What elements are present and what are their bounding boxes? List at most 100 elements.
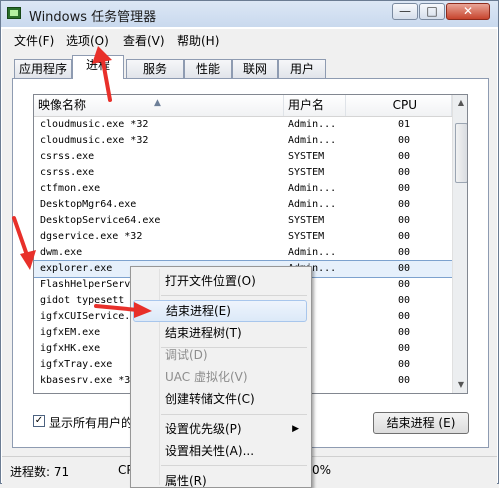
annotation-arrow <box>12 216 36 270</box>
maximize-button[interactable]: □ <box>419 3 445 20</box>
cell-user-name: SYSTEM <box>288 151 325 162</box>
ctx-open-file-location-label: 打开文件位置(O) <box>165 274 256 288</box>
cell-user-name: Admin... <box>288 135 337 146</box>
cell-image-name: dgservice.exe *32 <box>40 231 143 242</box>
ctx-debug-label: 调试(D) <box>165 348 208 362</box>
ctx-create-dump-file-label: 创建转储文件(C) <box>165 392 255 406</box>
scroll-up-icon[interactable]: ▲ <box>453 95 467 111</box>
annotation-arrow-head <box>92 46 112 64</box>
scroll-thumb[interactable] <box>455 123 467 183</box>
cell-cpu: 00 <box>398 279 411 290</box>
ctx-separator <box>161 414 307 415</box>
cell-cpu: 00 <box>398 263 411 274</box>
ctx-uac-virtualization-label: UAC 虚拟化(V) <box>165 370 248 384</box>
table-row[interactable]: DesktopService64.exe SYSTEM 00 <box>34 213 452 229</box>
table-row[interactable]: ctfmon.exe Admin... 00 <box>34 181 452 197</box>
ctx-debug: 调试(D) <box>133 344 307 366</box>
annotation-arrow <box>94 302 152 318</box>
status-process-count: 进程数: 71 <box>10 465 70 479</box>
cell-cpu: 00 <box>398 375 411 386</box>
cell-cpu: 00 <box>398 215 411 226</box>
table-row[interactable]: csrss.exe SYSTEM 00 <box>34 165 452 181</box>
ctx-separator <box>161 295 307 296</box>
close-button[interactable]: ✕ <box>446 3 490 20</box>
cell-image-name: csrss.exe <box>40 151 95 162</box>
cell-image-name: csrss.exe <box>40 167 95 178</box>
cell-cpu: 00 <box>398 183 411 194</box>
vertical-scrollbar[interactable]: ▲ ▼ <box>452 95 467 393</box>
table-row[interactable]: csrss.exe SYSTEM 00 <box>34 149 452 165</box>
cell-image-name: DesktopMgr64.exe <box>40 199 137 210</box>
cell-user-name: Admin... <box>288 183 337 194</box>
ctx-set-affinity-label: 设置相关性(A)... <box>165 444 255 458</box>
cell-image-name: ctfmon.exe <box>40 183 101 194</box>
menu-view[interactable]: 查看(V) <box>123 32 165 49</box>
cell-cpu: 01 <box>398 119 411 130</box>
tab-networking[interactable]: 联网 <box>232 59 278 78</box>
annotation-arrow-shaft <box>12 216 30 260</box>
ctx-properties-label: 属性(R) <box>165 474 207 488</box>
cell-image-name: DesktopService64.exe <box>40 215 161 226</box>
menu-help[interactable]: 帮助(H) <box>177 32 219 49</box>
ctx-end-process-tree[interactable]: 结束进程树(T) <box>133 322 307 344</box>
tab-performance[interactable]: 性能 <box>184 59 232 78</box>
annotation-arrow <box>92 46 112 102</box>
annotation-arrow-shaft <box>94 304 140 312</box>
ctx-end-process-tree-label: 结束进程树(T) <box>165 326 242 340</box>
cell-cpu: 00 <box>398 343 411 354</box>
annotation-arrow-head <box>20 250 36 270</box>
show-all-users-label: 显示所有用户的 <box>49 416 134 430</box>
tab-services[interactable]: 服务 <box>126 59 184 78</box>
table-row[interactable]: dwm.exe Admin... 00 <box>34 245 452 261</box>
annotation-arrow-head <box>134 302 152 318</box>
column-image-name[interactable]: 映像名称 ▲ <box>34 95 284 116</box>
submenu-arrow-icon: ▶ <box>292 424 299 434</box>
cell-cpu: 00 <box>398 327 411 338</box>
cell-cpu: 00 <box>398 311 411 322</box>
minimize-button[interactable]: — <box>392 3 418 20</box>
column-user-name[interactable]: 用户名 <box>284 95 346 116</box>
ctx-set-priority[interactable]: 设置优先级(P) ▶ <box>133 418 307 440</box>
cell-user-name: SYSTEM <box>288 167 325 178</box>
cell-user-name: Admin... <box>288 199 337 210</box>
scroll-down-icon[interactable]: ▼ <box>453 377 467 393</box>
menu-file[interactable]: 文件(F) <box>14 32 54 49</box>
taskmgr-icon <box>7 7 21 19</box>
tab-applications[interactable]: 应用程序 <box>14 59 72 78</box>
cell-user-name: SYSTEM <box>288 231 325 242</box>
status-memory: 0% <box>312 463 332 477</box>
table-row[interactable]: DesktopMgr64.exe Admin... 00 <box>34 197 452 213</box>
column-image-name-label: 映像名称 <box>38 98 87 112</box>
cell-cpu: 00 <box>398 167 411 178</box>
cell-cpu: 00 <box>398 295 411 306</box>
cell-image-name: dwm.exe <box>40 247 83 258</box>
sort-up-icon: ▲ <box>154 98 161 108</box>
ctx-create-dump-file[interactable]: 创建转储文件(C) <box>133 388 307 410</box>
ctx-properties[interactable]: 属性(R) <box>133 470 307 488</box>
cell-cpu: 00 <box>398 231 411 242</box>
table-row[interactable]: cloudmusic.exe *32 Admin... 01 <box>34 117 452 133</box>
cell-user-name: Admin... <box>288 119 337 130</box>
ctx-set-priority-label: 设置优先级(P) <box>165 422 242 436</box>
title-bar: Windows 任务管理器 — □ ✕ <box>1 1 498 27</box>
menu-bar: 文件(F) 选项(O) 查看(V) 帮助(H) <box>2 29 497 51</box>
show-all-users-checkbox[interactable]: ✓ <box>33 415 45 427</box>
ctx-open-file-location[interactable]: 打开文件位置(O) <box>133 270 307 292</box>
check-icon: ✓ <box>34 415 44 426</box>
column-cpu[interactable]: CPU <box>346 95 452 116</box>
cell-cpu: 00 <box>398 247 411 258</box>
ctx-end-process-label: 结束进程(E) <box>166 304 231 318</box>
cell-user-name: SYSTEM <box>288 215 325 226</box>
cell-cpu: 00 <box>398 359 411 370</box>
cell-user-name: Admin... <box>288 247 337 258</box>
tab-users[interactable]: 用户 <box>278 59 326 78</box>
cell-cpu: 00 <box>398 199 411 210</box>
table-row[interactable]: cloudmusic.exe *32 Admin... 00 <box>34 133 452 149</box>
ctx-end-process[interactable]: 结束进程(E) <box>133 300 307 322</box>
context-menu: 打开文件位置(O) 结束进程(E) 结束进程树(T) 调试(D) UAC 虚拟化… <box>130 266 312 488</box>
annotation-arrow-shaft <box>100 54 112 102</box>
table-row[interactable]: dgservice.exe *32 SYSTEM 00 <box>34 229 452 245</box>
end-process-button[interactable]: 结束进程 (E) <box>373 412 469 434</box>
ctx-set-affinity[interactable]: 设置相关性(A)... <box>133 440 307 462</box>
window-title: Windows 任务管理器 <box>29 10 157 25</box>
